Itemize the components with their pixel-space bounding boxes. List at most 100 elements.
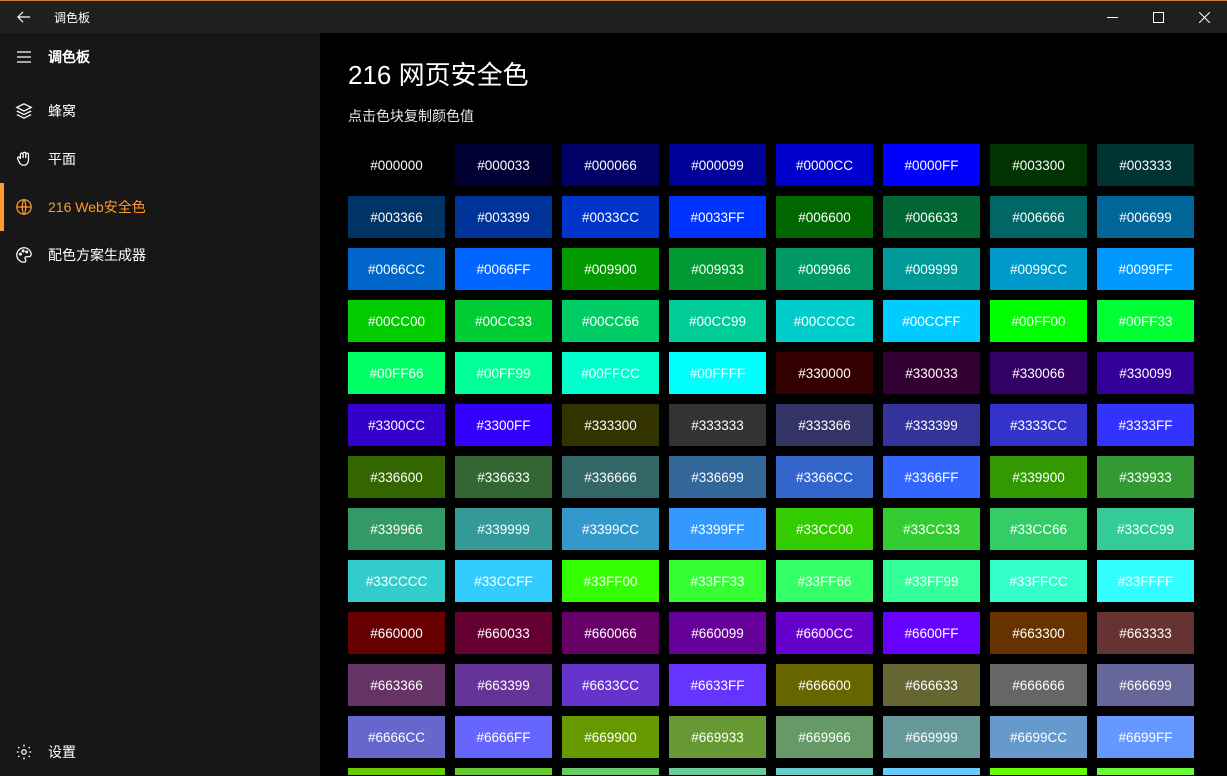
color-swatch[interactable]: #3300CC <box>348 404 445 446</box>
color-swatch[interactable]: #006600 <box>776 196 873 238</box>
color-swatch[interactable]: #00FF00 <box>990 300 1087 342</box>
color-swatch[interactable]: #339900 <box>990 456 1087 498</box>
color-swatch[interactable]: #66CC33 <box>455 768 552 775</box>
color-swatch[interactable]: #330099 <box>1097 352 1194 394</box>
color-swatch[interactable]: #003399 <box>455 196 552 238</box>
color-swatch[interactable]: #009933 <box>669 248 766 290</box>
color-swatch[interactable]: #0099CC <box>990 248 1087 290</box>
sidebar-item-scheme[interactable]: 配色方案生成器 <box>0 231 320 279</box>
color-swatch[interactable]: #009900 <box>562 248 659 290</box>
color-swatch[interactable]: #00CCCC <box>776 300 873 342</box>
color-swatch[interactable]: #00FFCC <box>562 352 659 394</box>
color-swatch[interactable]: #660099 <box>669 612 766 654</box>
color-swatch[interactable]: #00FFFF <box>669 352 766 394</box>
color-swatch[interactable]: #00CCFF <box>883 300 980 342</box>
sidebar-item-honeycomb[interactable]: 蜂窝 <box>0 87 320 135</box>
close-button[interactable] <box>1181 1 1227 33</box>
color-swatch[interactable]: #339999 <box>455 508 552 550</box>
color-swatch[interactable]: #33FFFF <box>1097 560 1194 602</box>
color-swatch[interactable]: #00CC66 <box>562 300 659 342</box>
color-swatch[interactable]: #6666CC <box>348 716 445 758</box>
color-swatch[interactable]: #3366CC <box>776 456 873 498</box>
color-swatch[interactable]: #333366 <box>776 404 873 446</box>
menu-toggle-button[interactable] <box>0 33 48 81</box>
color-swatch[interactable]: #669933 <box>669 716 766 758</box>
color-swatch[interactable]: #6699CC <box>990 716 1087 758</box>
color-swatch[interactable]: #0000CC <box>776 144 873 186</box>
color-swatch[interactable]: #33FF00 <box>562 560 659 602</box>
color-swatch[interactable]: #003333 <box>1097 144 1194 186</box>
color-swatch[interactable]: #66CCFF <box>883 768 980 775</box>
color-swatch[interactable]: #666633 <box>883 664 980 706</box>
color-swatch[interactable]: #663366 <box>348 664 445 706</box>
color-swatch[interactable]: #006666 <box>990 196 1087 238</box>
color-swatch[interactable]: #663333 <box>1097 612 1194 654</box>
color-swatch[interactable]: #6600CC <box>776 612 873 654</box>
color-swatch[interactable]: #66FF33 <box>1097 768 1194 775</box>
color-swatch[interactable]: #3399CC <box>562 508 659 550</box>
sidebar-item-websafe[interactable]: 216 Web安全色 <box>0 183 320 231</box>
color-swatch[interactable]: #0099FF <box>1097 248 1194 290</box>
color-swatch[interactable]: #6633CC <box>562 664 659 706</box>
color-swatch[interactable]: #3300FF <box>455 404 552 446</box>
color-swatch[interactable]: #663399 <box>455 664 552 706</box>
color-swatch[interactable]: #006699 <box>1097 196 1194 238</box>
color-swatch[interactable]: #000033 <box>455 144 552 186</box>
color-swatch[interactable]: #66CC00 <box>348 768 445 775</box>
color-swatch[interactable]: #330033 <box>883 352 980 394</box>
color-swatch[interactable]: #669900 <box>562 716 659 758</box>
color-swatch[interactable]: #660000 <box>348 612 445 654</box>
color-swatch[interactable]: #333399 <box>883 404 980 446</box>
color-swatch[interactable]: #0066FF <box>455 248 552 290</box>
color-swatch[interactable]: #0033FF <box>669 196 766 238</box>
color-swatch[interactable]: #66CCCC <box>776 768 873 775</box>
color-swatch[interactable]: #33FF66 <box>776 560 873 602</box>
color-swatch[interactable]: #33CC00 <box>776 508 873 550</box>
color-swatch[interactable]: #6666FF <box>455 716 552 758</box>
color-swatch[interactable]: #330066 <box>990 352 1087 394</box>
color-swatch[interactable]: #000000 <box>348 144 445 186</box>
color-swatch[interactable]: #3333FF <box>1097 404 1194 446</box>
sidebar-item-settings[interactable]: 设置 <box>0 728 320 776</box>
color-swatch[interactable]: #660033 <box>455 612 552 654</box>
color-swatch[interactable]: #00FF99 <box>455 352 552 394</box>
color-swatch[interactable]: #000099 <box>669 144 766 186</box>
color-swatch[interactable]: #003366 <box>348 196 445 238</box>
color-swatch[interactable]: #6699FF <box>1097 716 1194 758</box>
color-swatch[interactable]: #00FF33 <box>1097 300 1194 342</box>
color-swatch[interactable]: #33CCCC <box>348 560 445 602</box>
color-swatch[interactable]: #333333 <box>669 404 766 446</box>
sidebar-item-plane[interactable]: 平面 <box>0 135 320 183</box>
color-swatch[interactable]: #0033CC <box>562 196 659 238</box>
color-swatch[interactable]: #0000FF <box>883 144 980 186</box>
color-swatch[interactable]: #003300 <box>990 144 1087 186</box>
color-swatch[interactable]: #66FF00 <box>990 768 1087 775</box>
maximize-button[interactable] <box>1135 1 1181 33</box>
color-swatch[interactable]: #339966 <box>348 508 445 550</box>
color-swatch[interactable]: #336600 <box>348 456 445 498</box>
color-swatch[interactable]: #00FF66 <box>348 352 445 394</box>
color-swatch[interactable]: #3333CC <box>990 404 1087 446</box>
color-swatch[interactable]: #339933 <box>1097 456 1194 498</box>
color-swatch[interactable]: #33CC99 <box>1097 508 1194 550</box>
color-swatch[interactable]: #33FF99 <box>883 560 980 602</box>
color-swatch[interactable]: #6600FF <box>883 612 980 654</box>
color-swatch[interactable]: #333300 <box>562 404 659 446</box>
color-swatch[interactable]: #00CC00 <box>348 300 445 342</box>
color-swatch[interactable]: #0066CC <box>348 248 445 290</box>
color-swatch[interactable]: #3366FF <box>883 456 980 498</box>
color-swatch[interactable]: #330000 <box>776 352 873 394</box>
color-swatch[interactable]: #33FF33 <box>669 560 766 602</box>
color-swatch[interactable]: #666666 <box>990 664 1087 706</box>
color-swatch[interactable]: #00CC99 <box>669 300 766 342</box>
color-swatch[interactable]: #6633FF <box>669 664 766 706</box>
color-swatch[interactable]: #009999 <box>883 248 980 290</box>
color-swatch[interactable]: #336666 <box>562 456 659 498</box>
color-swatch[interactable]: #00CC33 <box>455 300 552 342</box>
minimize-button[interactable] <box>1089 1 1135 33</box>
color-swatch[interactable]: #336633 <box>455 456 552 498</box>
back-button[interactable] <box>0 1 48 33</box>
color-swatch[interactable]: #009966 <box>776 248 873 290</box>
color-swatch[interactable]: #006633 <box>883 196 980 238</box>
color-swatch[interactable]: #666699 <box>1097 664 1194 706</box>
